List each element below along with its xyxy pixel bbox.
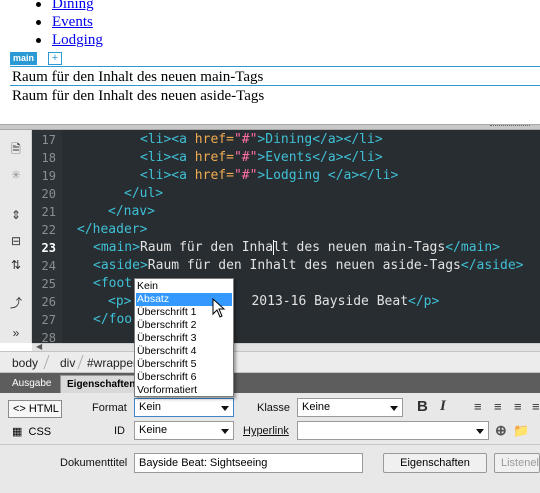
coding-toolbar: 🗎 ✳ ⇕ ⊟ ⇅ ⤴ » [0, 130, 32, 343]
chevron-down-icon [221, 406, 229, 411]
css-mode-button[interactable]: ▦ CSS [12, 424, 51, 440]
nav-link-dining[interactable]: Dining [52, 0, 94, 12]
line-number: 22 [41, 223, 56, 237]
design-view[interactable]: Dining Events Lodging main + Raum für de… [0, 0, 540, 124]
bold-button[interactable]: B [417, 398, 428, 415]
code-line-22[interactable]: </header> [77, 221, 147, 239]
nav-link-events[interactable]: Events [52, 14, 93, 30]
line-number: 20 [41, 187, 56, 201]
nav-item-events: Events [36, 13, 103, 31]
crumb-separator [77, 355, 84, 369]
line-number-gutter: 17 18 19 20 21 22 23 24 25 26 27 28 [32, 130, 62, 345]
code-line-20[interactable]: </ul> [124, 185, 163, 203]
format-option[interactable]: Überschrift 5 [136, 358, 232, 371]
main-element-tag[interactable]: main [10, 52, 38, 65]
format-option[interactable]: Kein [136, 280, 232, 293]
class-select[interactable]: Keine [297, 398, 403, 417]
line-number: 19 [41, 169, 56, 183]
list-item-button[interactable]: Listenele [494, 453, 540, 473]
expand-all-icon[interactable]: ⇅ [9, 258, 23, 272]
code-line-18[interactable]: <li><a href="#">Events</a></li> [140, 149, 383, 167]
nav-list: Dining Events Lodging [36, 0, 103, 49]
line-number: 27 [41, 313, 56, 327]
indent-icon[interactable]: ≡ [532, 399, 540, 414]
code-line-17[interactable]: <li><a href="#">Dining</a></li> [140, 131, 383, 149]
line-number: 21 [41, 205, 56, 219]
tab-properties[interactable]: Eigenschaften [60, 375, 143, 393]
chevron-down-icon [476, 429, 484, 434]
aside-content-text[interactable]: Raum für den Inhalt des neuen aside-Tags [12, 87, 264, 105]
add-class-button[interactable]: + [48, 52, 62, 65]
tag-crumb-wrapper[interactable]: #wrapper [87, 356, 137, 370]
main-content-text[interactable]: Raum für den Inhalt des neuen main-Tags [12, 68, 263, 86]
document-title-label: Dokumenttitel [60, 457, 128, 469]
document-title-input[interactable]: Bayside Beat: Sightseeing [134, 453, 363, 473]
properties-panel: <> HTML ▦ CSS Format Kein ID Keine Klass… [0, 393, 540, 493]
id-select[interactable]: Keine [134, 421, 234, 440]
text-cursor [273, 240, 274, 255]
tag-crumb-body[interactable]: body [12, 356, 38, 370]
format-option[interactable]: Vorformatiert [136, 384, 232, 397]
code-icon: <> [13, 403, 26, 415]
chevron-down-icon [390, 406, 398, 411]
scroll-left-icon[interactable]: ◀ [36, 342, 42, 351]
code-line-24[interactable]: <aside>Raum für den Inhalt des neuen asi… [93, 257, 524, 275]
chevron-down-icon [221, 429, 229, 434]
hyperlink-input[interactable] [297, 421, 489, 440]
line-number: 24 [41, 259, 56, 273]
select-parent-tag-icon[interactable]: ⤴ [9, 296, 23, 310]
code-line-19[interactable]: <li><a href="#">Lodging </a></li> [140, 167, 398, 185]
format-option[interactable]: Überschrift 4 [136, 345, 232, 358]
id-label: ID [114, 425, 125, 437]
open-documents-icon[interactable]: 🗎 [9, 142, 23, 156]
code-line-25[interactable]: <foot [93, 275, 132, 293]
class-label: Klasse [257, 402, 291, 414]
page-properties-button[interactable]: Eigenschaften [383, 453, 487, 473]
collapse-selection-icon[interactable]: ⊟ [9, 234, 23, 248]
line-number: 17 [41, 133, 56, 147]
collapse-tag-icon[interactable]: ⇕ [9, 208, 23, 222]
format-label: Format [92, 402, 127, 414]
point-to-file-icon[interactable]: ⊕ [495, 422, 507, 439]
panel-divider [0, 444, 540, 445]
format-option[interactable]: Überschrift 3 [136, 332, 232, 345]
horizontal-scrollbar[interactable]: ◀ [32, 342, 540, 351]
splitter-grip[interactable] [490, 125, 530, 129]
line-number: 26 [41, 295, 56, 309]
browse-folder-icon[interactable]: 📁 [513, 423, 529, 439]
line-number: 25 [41, 277, 56, 291]
format-option[interactable]: Überschrift 6 [136, 371, 232, 384]
italic-button[interactable]: I [440, 398, 446, 415]
nav-item-lodging: Lodging [36, 31, 103, 49]
more-tools-icon[interactable]: » [9, 326, 23, 340]
format-option[interactable]: Überschrift 2 [136, 319, 232, 332]
tab-output[interactable]: Ausgabe [6, 375, 57, 393]
format-select[interactable]: Kein [134, 398, 234, 417]
line-number: 18 [41, 151, 56, 165]
outdent-icon[interactable]: ≡ [514, 399, 522, 414]
html-mode-button[interactable]: <> HTML [8, 400, 62, 418]
nav-item-dining: Dining [36, 0, 103, 13]
nav-link-lodging[interactable]: Lodging [52, 32, 103, 48]
hyperlink-label: Hyperlink [243, 425, 289, 437]
star-icon[interactable]: ✳ [9, 168, 23, 182]
tag-crumb-div[interactable]: div [60, 356, 75, 370]
panel-tabs: Ausgabe Eigenschaften [0, 373, 540, 393]
line-number-current: 23 [41, 241, 56, 255]
code-line-23[interactable]: <main>Raum für den Inhalt des neuen main… [93, 239, 500, 257]
mouse-pointer-icon [212, 298, 226, 318]
crumb-separator [43, 355, 50, 369]
ordered-list-icon[interactable]: ≡ [494, 399, 502, 414]
unordered-list-icon[interactable]: ≡ [474, 399, 482, 414]
format-dropdown-list[interactable]: Kein Absatz Überschrift 1 Überschrift 2 … [134, 278, 234, 397]
code-line-27[interactable]: </foo [93, 311, 132, 329]
code-line-21[interactable]: </nav> [108, 203, 155, 221]
tag-selector: body div #wrapper [0, 351, 540, 373]
css-grid-icon: ▦ [12, 426, 23, 438]
